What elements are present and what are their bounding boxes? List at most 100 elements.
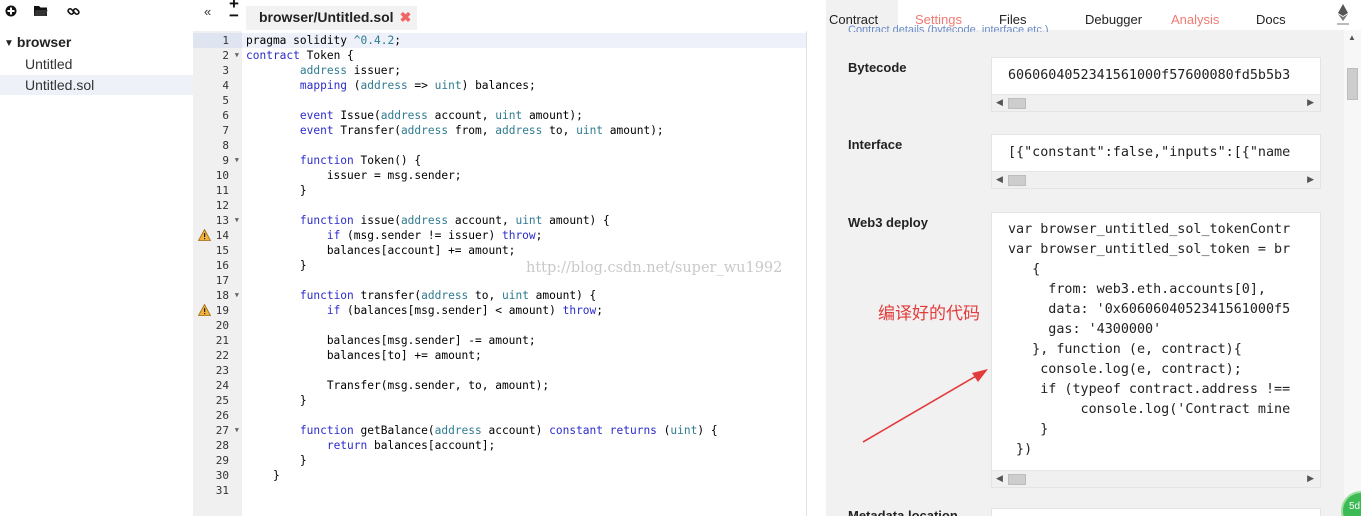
zoom-plus-minus-buttons[interactable]: + − <box>229 0 239 25</box>
bytecode-horizontal-scrollbar[interactable]: ◀ ▶ <box>992 94 1320 111</box>
fold-toggle-icon[interactable]: ▼ <box>235 153 239 168</box>
fold-toggle-icon[interactable]: ▼ <box>235 288 239 303</box>
code-line[interactable]: function Token() { <box>246 153 421 168</box>
scroll-thumb[interactable] <box>1347 68 1358 100</box>
web3-code-line: gas: '4300000' <box>1008 322 1162 337</box>
scroll-right-icon[interactable]: ▶ <box>1307 473 1314 484</box>
zoom-out-icon[interactable]: − <box>229 6 239 25</box>
editor-file-tab[interactable]: browser/Untitled.sol ✖ <box>246 6 418 30</box>
code-line[interactable]: return balances[account]; <box>246 438 495 453</box>
code-text: ) balances; <box>461 79 536 92</box>
line-number-text: 7 <box>222 124 229 137</box>
code-line[interactable]: } <box>246 393 307 408</box>
code-line[interactable]: function transfer(address to, uint amoun… <box>246 288 596 303</box>
code-line[interactable]: if (msg.sender != issuer) throw; <box>246 228 543 243</box>
warning-icon[interactable] <box>197 228 212 241</box>
line-number: 22 <box>193 348 242 363</box>
web3-deploy-box[interactable]: var browser_untitled_sol_tokenContr var b… <box>991 212 1321 488</box>
code-line[interactable]: event Transfer(address from, address to,… <box>246 123 664 138</box>
code-line[interactable]: issuer = msg.sender; <box>246 168 462 183</box>
line-number: 31 <box>193 483 242 498</box>
code-text: to, <box>468 289 502 302</box>
contract-details-link[interactable]: Contract details (bytecode, interface et… <box>848 24 1049 32</box>
code-text: => <box>407 79 435 92</box>
code-line[interactable]: mapping (address => uint) balances; <box>246 78 536 93</box>
web3-horizontal-scrollbar[interactable]: ◀ ▶ <box>992 470 1320 487</box>
open-folder-icon[interactable] <box>34 5 50 21</box>
code-line[interactable]: } <box>246 258 307 273</box>
close-tab-icon[interactable]: ✖ <box>400 9 412 25</box>
collapse-left-panel-button[interactable]: « <box>204 4 211 19</box>
fold-toggle-icon[interactable]: ▼ <box>235 213 239 228</box>
code-text: Token() { <box>353 154 422 167</box>
line-number: 23 <box>193 363 242 378</box>
line-number: 20 <box>193 318 242 333</box>
scroll-right-icon[interactable]: ▶ <box>1307 174 1314 185</box>
code-line[interactable]: function getBalance(address account) con… <box>246 423 718 438</box>
code-line[interactable]: event Issue(address account, uint amount… <box>246 108 583 123</box>
file-item-untitled[interactable]: Untitled <box>0 54 193 74</box>
line-number-text: 13 <box>215 214 229 227</box>
code-line[interactable]: if (balances[msg.sender] < amount) throw… <box>246 303 603 318</box>
panel-resize-gap[interactable] <box>807 0 826 516</box>
scroll-thumb[interactable] <box>1008 474 1026 485</box>
interface-value: [{"constant":false,"inputs":[{"name <box>1008 145 1291 160</box>
scroll-left-icon[interactable]: ◀ <box>996 174 1003 185</box>
web3-code-line: }, function (e, contract){ <box>1008 342 1242 357</box>
code-line[interactable]: contract Token { <box>246 48 354 63</box>
scroll-right-icon[interactable]: ▶ <box>1307 97 1314 108</box>
scroll-left-icon[interactable]: ◀ <box>996 97 1003 108</box>
line-number-text: 28 <box>215 439 229 452</box>
code-line[interactable]: balances[to] += amount; <box>246 348 482 363</box>
interface-box[interactable]: [{"constant":false,"inputs":[{"name ◀ ▶ <box>991 134 1321 189</box>
code-keyword: function <box>299 154 354 167</box>
code-text: issuer; <box>347 64 401 77</box>
code-text: amount) { <box>542 214 610 227</box>
link-icon[interactable] <box>67 5 83 21</box>
code-text: pragma solidity <box>246 34 354 47</box>
tab-debugger[interactable]: Debugger <box>1085 12 1142 27</box>
code-line[interactable]: balances[account] += amount; <box>246 243 516 258</box>
code-line[interactable]: address issuer; <box>246 63 401 78</box>
line-number: 13 ▼ <box>193 213 242 228</box>
code-text: (balances[msg.sender] < amount) <box>340 304 563 317</box>
bytecode-box[interactable]: 6060604052341561000f57600080fd5b5b3 ◀ ▶ <box>991 57 1321 112</box>
scroll-up-icon[interactable]: ▲ <box>1348 33 1356 42</box>
tree-root-browser[interactable]: ▼ browser <box>4 34 71 50</box>
interface-horizontal-scrollbar[interactable]: ◀ ▶ <box>992 171 1320 188</box>
warning-icon[interactable] <box>197 303 212 316</box>
line-number-text: 11 <box>215 184 229 197</box>
line-number-text: 20 <box>215 319 229 332</box>
code-line[interactable]: pragma solidity ^0.4.2; <box>242 33 822 48</box>
scroll-thumb[interactable] <box>1008 175 1026 186</box>
code-line[interactable]: } <box>246 183 307 198</box>
code-text: to, <box>542 124 577 137</box>
add-file-icon[interactable] <box>5 5 21 21</box>
scroll-left-icon[interactable]: ◀ <box>996 473 1003 484</box>
code-line[interactable]: Transfer(msg.sender, to, amount); <box>246 378 549 393</box>
file-item-untitled-sol[interactable]: Untitled.sol <box>0 75 193 95</box>
code-line[interactable]: balances[msg.sender] -= amount; <box>246 333 536 348</box>
code-line[interactable]: function issue(address account, uint amo… <box>246 213 610 228</box>
code-keyword: event <box>299 124 334 137</box>
line-number-text: 9 <box>222 154 229 167</box>
code-type: ^0.4.2 <box>353 34 395 47</box>
code-text: ( <box>656 424 671 437</box>
code-line[interactable]: } <box>246 453 307 468</box>
code-line[interactable]: } <box>246 468 280 483</box>
scroll-thumb[interactable] <box>1008 98 1026 109</box>
fold-toggle-icon[interactable]: ▼ <box>235 423 239 438</box>
line-number-text: 30 <box>215 469 229 482</box>
tab-docs[interactable]: Docs <box>1256 12 1286 27</box>
code-keyword: function <box>299 289 354 302</box>
metadata-location-box[interactable] <box>991 508 1321 516</box>
tab-analysis[interactable]: Analysis <box>1171 12 1219 27</box>
code-text: ; <box>535 229 543 242</box>
right-panel-vertical-scrollbar[interactable]: ▲ <box>1344 30 1361 516</box>
code-text: ( <box>347 79 361 92</box>
fold-toggle-icon[interactable]: ▼ <box>235 48 239 63</box>
code-type: address <box>421 289 469 302</box>
